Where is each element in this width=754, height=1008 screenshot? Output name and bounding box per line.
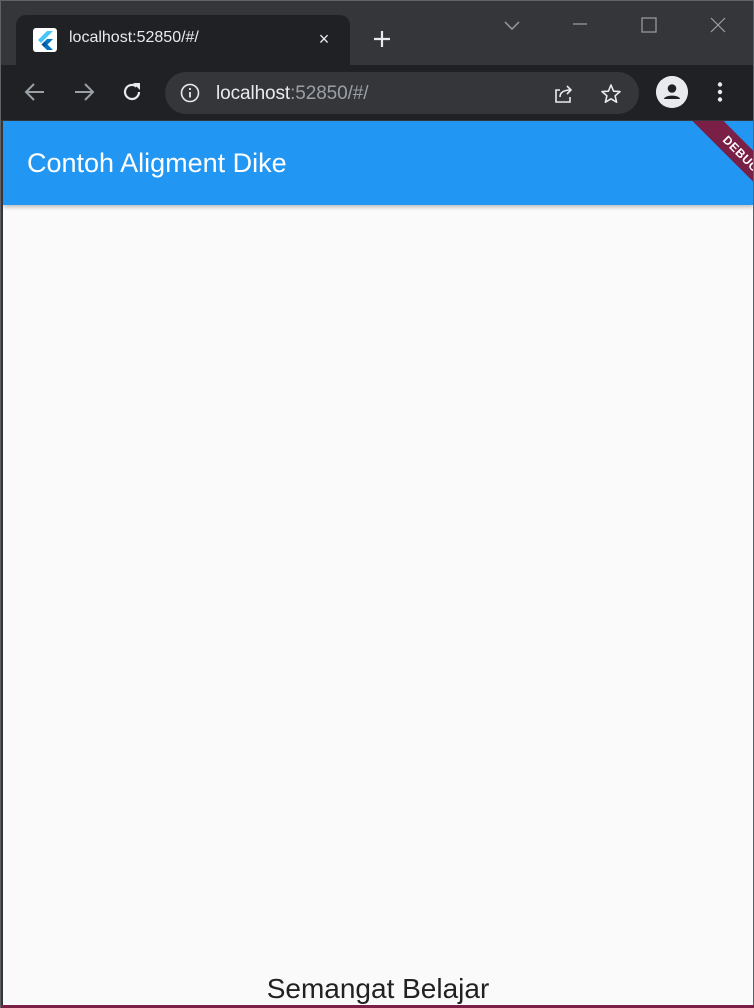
- browser-window: localhost:52850/#/ × localhost:52850/#/ …: [0, 0, 754, 1008]
- browser-toolbar: localhost:52850/#/: [1, 65, 753, 120]
- arrow-left-icon[interactable]: [22, 79, 48, 105]
- body-text: Semangat Belajar: [266, 973, 490, 1004]
- app-bar-title: Contoh Aligment Dike: [27, 148, 287, 178]
- tab-title: localhost:52850/#/: [69, 29, 199, 46]
- arrow-right-icon[interactable]: [71, 79, 97, 105]
- browser-tab[interactable]: localhost:52850/#/ ×: [16, 15, 350, 65]
- url-path: :52850/#/: [290, 83, 369, 104]
- plus-icon[interactable]: [370, 27, 394, 51]
- reload-icon[interactable]: [119, 79, 145, 105]
- url-host: localhost: [216, 83, 291, 104]
- share-icon[interactable]: [551, 82, 575, 106]
- flutter-icon: [33, 28, 57, 52]
- profile-icon[interactable]: [656, 76, 688, 108]
- debug-banner: DEBUG: [690, 121, 753, 205]
- chevron-down-icon[interactable]: [500, 13, 524, 37]
- kebab-menu-icon[interactable]: [707, 79, 733, 105]
- info-icon[interactable]: [180, 83, 200, 103]
- close-icon[interactable]: [706, 13, 730, 37]
- page-content: Contoh Aligment Dike DEBUG Semangat Bela…: [3, 121, 753, 1007]
- url-text: localhost:52850/#/: [216, 83, 369, 105]
- app-bar: Contoh Aligment Dike: [3, 121, 753, 205]
- minimize-icon[interactable]: [568, 13, 592, 37]
- tab-strip: localhost:52850/#/ ×: [1, 1, 753, 65]
- maximize-icon[interactable]: [637, 13, 661, 37]
- star-icon[interactable]: [599, 82, 623, 106]
- debug-banner-container: DEBUG: [663, 121, 753, 211]
- address-bar[interactable]: localhost:52850/#/: [165, 72, 639, 114]
- tab-close-button[interactable]: ×: [313, 26, 335, 52]
